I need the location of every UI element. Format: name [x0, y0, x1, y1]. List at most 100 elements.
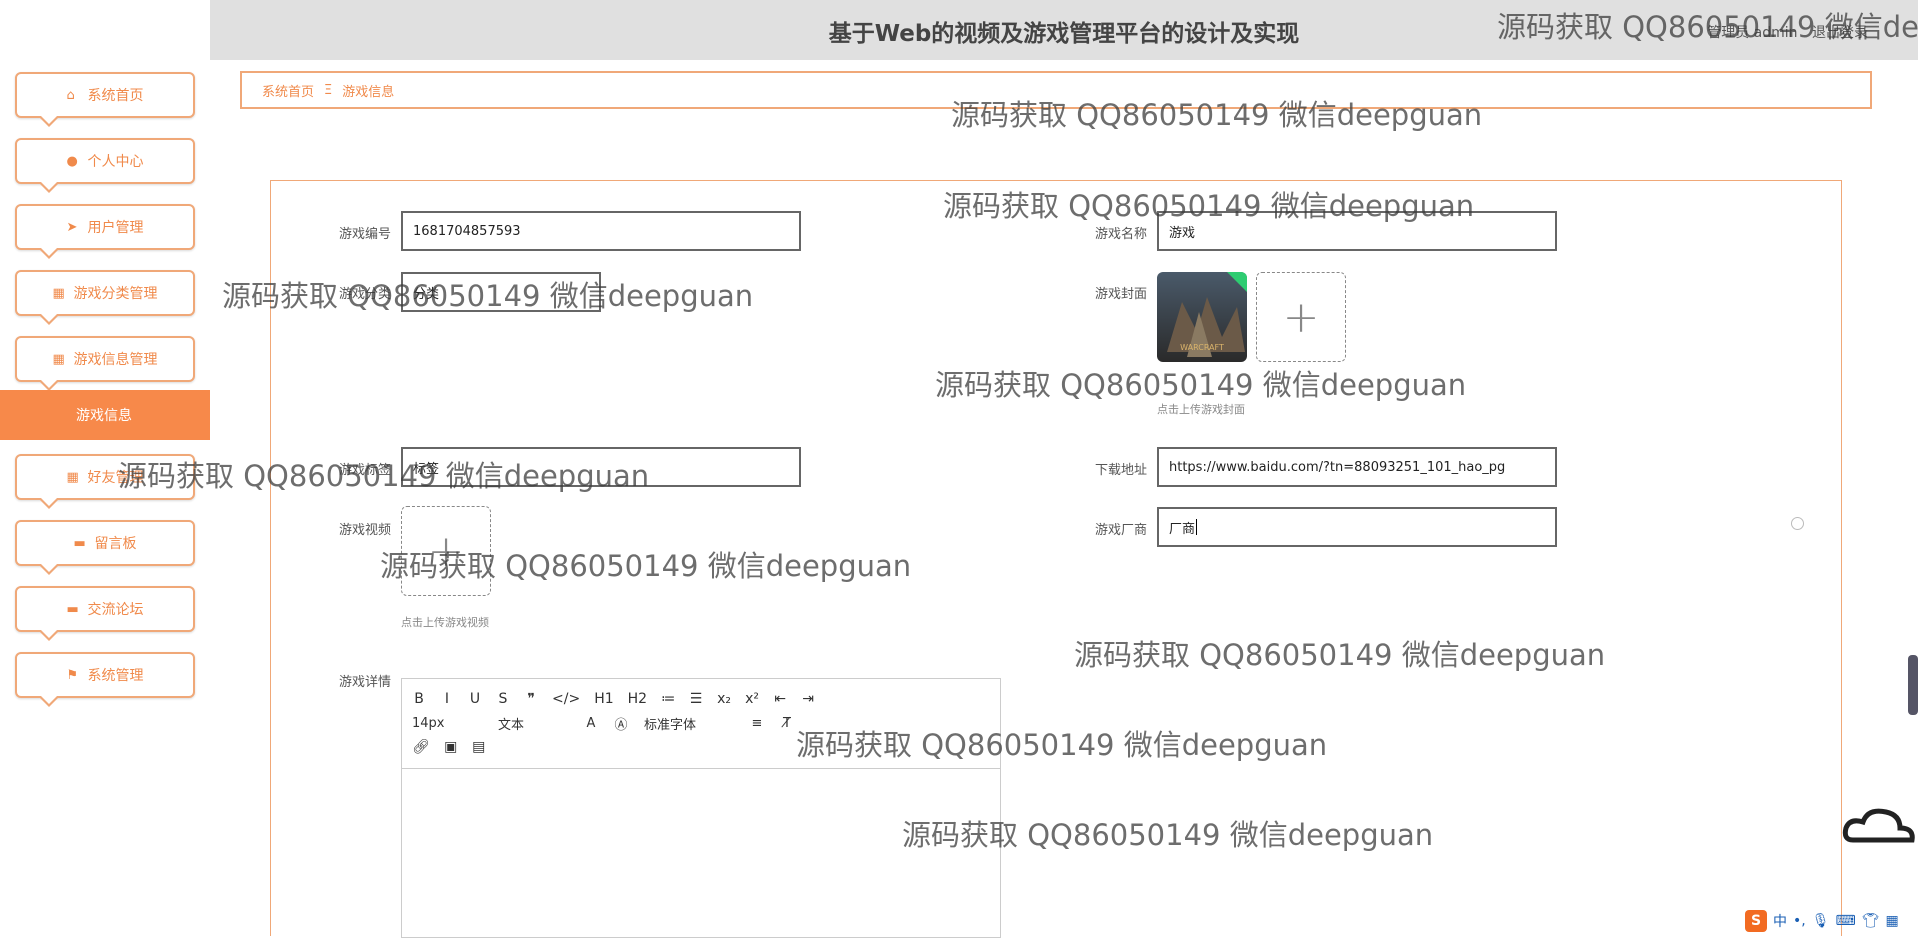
tag-input[interactable]: 标签: [401, 447, 801, 487]
user-info: 管理员 admin 退出登录: [1707, 22, 1868, 42]
download-input[interactable]: https://www.baidu.com/?tn=88093251_101_h…: [1157, 447, 1557, 487]
breadcrumb-separator: Ξ: [324, 82, 333, 98]
vendor-label: 游戏厂商: [1094, 523, 1147, 538]
font-size-select[interactable]: 14px: [412, 716, 482, 731]
font-color-icon[interactable]: A: [584, 716, 598, 731]
keyboard-icon: ⌨: [1835, 912, 1856, 929]
outdent-icon[interactable]: ⇤: [773, 691, 787, 707]
subscript-icon[interactable]: x₂: [717, 691, 731, 707]
cover-label: 游戏封面: [1094, 287, 1147, 302]
cover-image: WARCRAFT: [1157, 272, 1247, 362]
sidebar-item-messages[interactable]: ▬ 留言板: [15, 520, 195, 575]
sidebar-item-label: 用户管理: [87, 220, 144, 236]
user-label: 管理员 admin: [1707, 25, 1798, 41]
sidebar-item-label: 好友管理: [87, 470, 144, 486]
strike-icon[interactable]: S: [496, 691, 510, 707]
grid-icon: ▦: [52, 285, 65, 301]
grid-icon: ▦: [66, 469, 79, 485]
underline-icon[interactable]: U: [468, 691, 482, 707]
category-label: 游戏分类: [338, 287, 391, 302]
text-type-select[interactable]: 文本: [498, 714, 568, 733]
tag-label: 游戏标签: [338, 463, 391, 478]
bold-icon[interactable]: B: [412, 691, 426, 707]
breadcrumb-current: 游戏信息: [342, 84, 395, 100]
sidebar-item-label: 交流论坛: [87, 602, 144, 618]
home-icon: ⌂: [66, 87, 75, 103]
sidebar-item-label: 游戏分类管理: [73, 286, 158, 302]
category-select[interactable]: 分类: [401, 272, 601, 312]
bg-color-icon[interactable]: Ⓐ: [614, 714, 628, 733]
top-bar: 基于Web的视频及游戏管理平台的设计及实现 管理员 admin 退出登录: [210, 0, 1918, 60]
editor-toolbar-row: B I U S ❞ </> H1 H2 ≔ ☰ x₂ x² ⇤ ⇥: [412, 687, 990, 711]
superscript-icon[interactable]: x²: [745, 691, 759, 707]
sidebar-item-label: 留言板: [94, 536, 137, 552]
ordered-list-icon[interactable]: ≔: [661, 691, 675, 707]
game-form: 游戏编号 1681704857593 游戏名称 游戏 游戏分类 分类 游戏封面 …: [270, 180, 1842, 938]
sidebar-item-label: 系统首页: [87, 88, 144, 104]
cloud-icon: [1838, 800, 1918, 850]
link-icon[interactable]: 🔗︎: [412, 739, 430, 755]
breadcrumb: 系统首页 Ξ 游戏信息: [240, 71, 1872, 109]
sidebar-item-label: 系统管理: [87, 668, 144, 684]
mic-icon: 🎙︎: [1811, 912, 1830, 929]
download-label: 下载地址: [1094, 463, 1147, 478]
bullet-list-icon[interactable]: ☰: [689, 691, 703, 707]
sidebar-item-home[interactable]: ⌂ 系统首页: [15, 72, 195, 127]
breadcrumb-home[interactable]: 系统首页: [262, 81, 314, 100]
rich-text-editor: B I U S ❞ </> H1 H2 ≔ ☰ x₂ x² ⇤ ⇥ 14px 文本 A Ⓐ 标准字体 ≡ …: [401, 678, 1001, 938]
user-icon: ●: [66, 153, 78, 169]
h1-icon[interactable]: H1: [594, 691, 613, 707]
grid-icon: ▦: [1885, 912, 1899, 929]
vendor-value: 厂商: [1169, 521, 1196, 537]
shirt-icon: 👕︎: [1861, 912, 1880, 929]
image-icon[interactable]: ▣: [444, 739, 458, 755]
ime-toolbar[interactable]: S 中 •, 🎙︎ ⌨ 👕︎ ▦: [1745, 905, 1918, 936]
editor-toolbar: B I U S ❞ </> H1 H2 ≔ ☰ x₂ x² ⇤ ⇥ 14px 文本 A Ⓐ 标准字体 ≡ …: [402, 679, 1000, 769]
indent-icon[interactable]: ⇥: [801, 691, 815, 707]
video-hint: 点击上传游戏视频: [401, 616, 489, 629]
clear-icon[interactable]: [1791, 517, 1804, 530]
vendor-input[interactable]: 厂商: [1157, 507, 1557, 547]
sidebar: ⌂ 系统首页 ● 个人中心 ➤ 用户管理 ▦ 游戏分类管理 ▦ 游戏信息管理 游戏信息 ▦…: [0, 0, 210, 936]
text-cursor: [1196, 519, 1198, 535]
monitor-icon: ▬: [73, 535, 86, 551]
h2-icon[interactable]: H2: [628, 691, 647, 707]
side-widget[interactable]: [1908, 655, 1918, 715]
page-title: 基于Web的视频及游戏管理平台的设计及实现: [828, 21, 1300, 47]
video-label: 游戏视频: [338, 523, 391, 538]
game-name-input[interactable]: 游戏: [1157, 211, 1557, 251]
grid-icon: ▦: [52, 351, 65, 367]
sidebar-item-label: 游戏信息管理: [73, 352, 158, 368]
video-icon[interactable]: ▤: [472, 739, 486, 755]
editor-toolbar-row: 14px 文本 A Ⓐ 标准字体 ≡ T̸: [412, 711, 990, 735]
sidebar-item-forum[interactable]: ▬ 交流论坛: [15, 586, 195, 641]
sidebar-item-profile[interactable]: ● 个人中心: [15, 138, 195, 193]
game-no-label: 游戏编号: [338, 227, 391, 242]
sidebar-subitem-game-info[interactable]: 游戏信息: [0, 390, 210, 440]
video-upload-button[interactable]: +: [401, 506, 491, 596]
ime-logo-icon: S: [1745, 909, 1767, 932]
sidebar-item-game-category[interactable]: ▦ 游戏分类管理: [15, 270, 195, 325]
ime-lang-icon: 中: [1773, 913, 1787, 930]
sidebar-item-users[interactable]: ➤ 用户管理: [15, 204, 195, 259]
ime-punct-icon: •,: [1793, 912, 1806, 929]
sidebar-item-game-info[interactable]: ▦ 游戏信息管理: [15, 336, 195, 391]
logout-link[interactable]: 退出登录: [1812, 25, 1868, 41]
sidebar-item-system[interactable]: ⚑ 系统管理: [15, 652, 195, 707]
flag-icon: ⚑: [66, 667, 79, 683]
clear-format-icon[interactable]: T̸: [780, 716, 794, 731]
sidebar-item-friends[interactable]: ▦ 好友管理: [15, 454, 195, 509]
cover-upload-button[interactable]: +: [1256, 272, 1346, 362]
quote-icon[interactable]: ❞: [524, 691, 538, 707]
game-no-input[interactable]: 1681704857593: [401, 211, 801, 251]
detail-label: 游戏详情: [338, 675, 391, 690]
cover-hint: 点击上传游戏封面: [1157, 403, 1245, 416]
align-icon[interactable]: ≡: [750, 716, 764, 731]
monitor-icon: ▬: [66, 601, 79, 617]
sidebar-item-label: 个人中心: [87, 154, 144, 170]
svg-text:WARCRAFT: WARCRAFT: [1180, 343, 1224, 352]
font-family-select[interactable]: 标准字体: [644, 714, 734, 733]
italic-icon[interactable]: I: [440, 691, 454, 707]
code-icon[interactable]: </>: [552, 691, 580, 707]
editor-toolbar-row: 🔗︎ ▣ ▤: [412, 735, 990, 759]
